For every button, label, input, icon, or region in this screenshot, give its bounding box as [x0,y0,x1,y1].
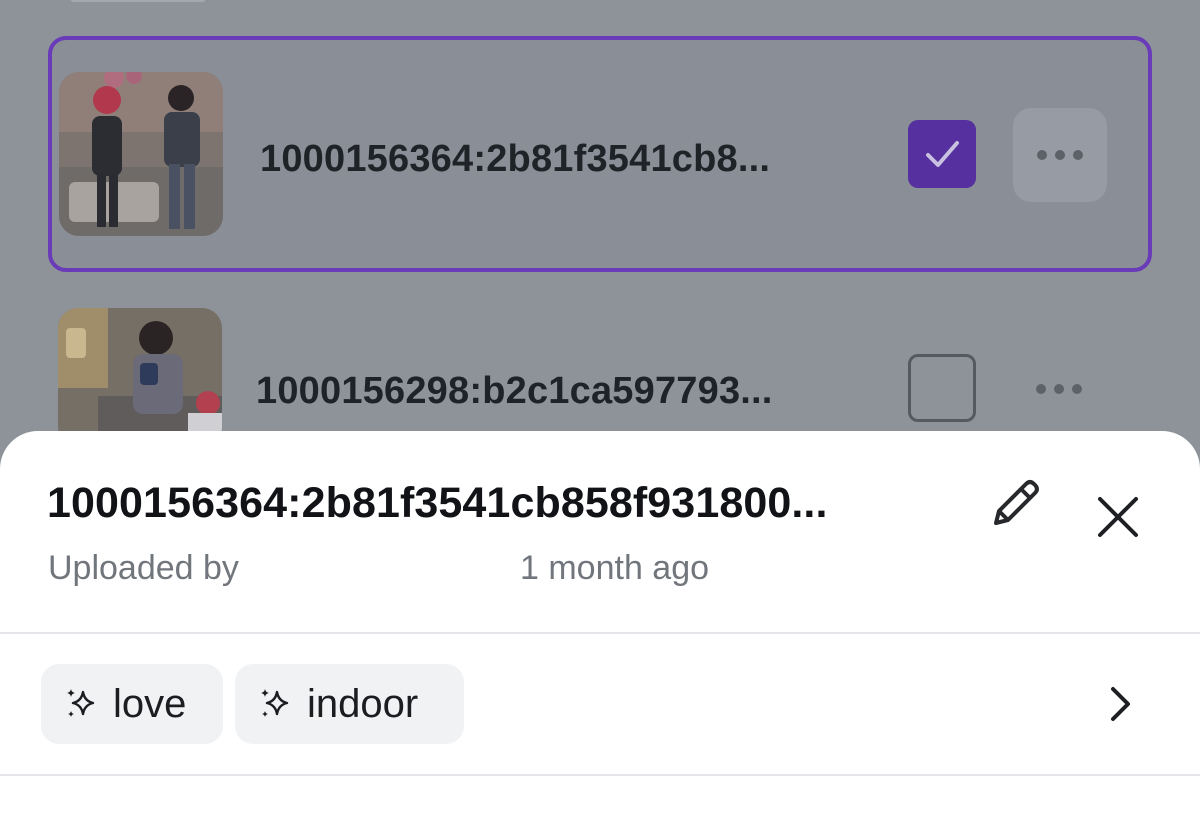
pencil-icon [994,480,1039,525]
more-options-button[interactable] [1012,342,1106,436]
file-name: 1000156364:2b81f3541cb8... [260,138,771,180]
chevron-right-icon [1111,687,1130,721]
sparkle-icon [67,689,95,717]
checkmark-icon [926,141,959,167]
uploaded-by-label: Uploaded by [48,549,239,587]
more-dot [1072,384,1082,394]
file-details-sheet: 1000156364:2b81f3541cb858f931800... Uplo… [0,431,1200,823]
divider [0,632,1200,634]
select-checkbox-checked[interactable] [908,120,976,188]
tag-label: indoor [307,681,419,726]
file-name: 1000156298:b2c1ca597793... [256,370,773,412]
divider [0,774,1200,776]
tags-expand-button[interactable] [1096,681,1142,727]
previous-row-edge [70,0,206,2]
more-dot [1073,150,1083,160]
tag-chip-love[interactable]: love [41,664,223,744]
more-dot [1055,150,1065,160]
select-checkbox[interactable] [908,354,976,422]
more-dot [1036,384,1046,394]
close-icon [1098,497,1138,537]
tag-label: love [113,681,187,726]
close-button[interactable] [1090,489,1146,545]
more-dot [1054,384,1064,394]
upload-time: 1 month ago [520,549,710,587]
edit-name-button[interactable] [984,473,1046,535]
more-dot [1037,150,1047,160]
sparkle-icon [261,689,289,717]
tag-chip-indoor[interactable]: indoor [235,664,464,744]
more-options-button[interactable] [1013,108,1107,202]
list-item-selected[interactable]: 1000156364:2b81f3541cb8... [48,36,1152,272]
sheet-title: 1000156364:2b81f3541cb858f931800... [47,479,828,527]
thumbnail-image[interactable] [59,72,223,236]
thumbnail-image[interactable] [58,308,222,448]
